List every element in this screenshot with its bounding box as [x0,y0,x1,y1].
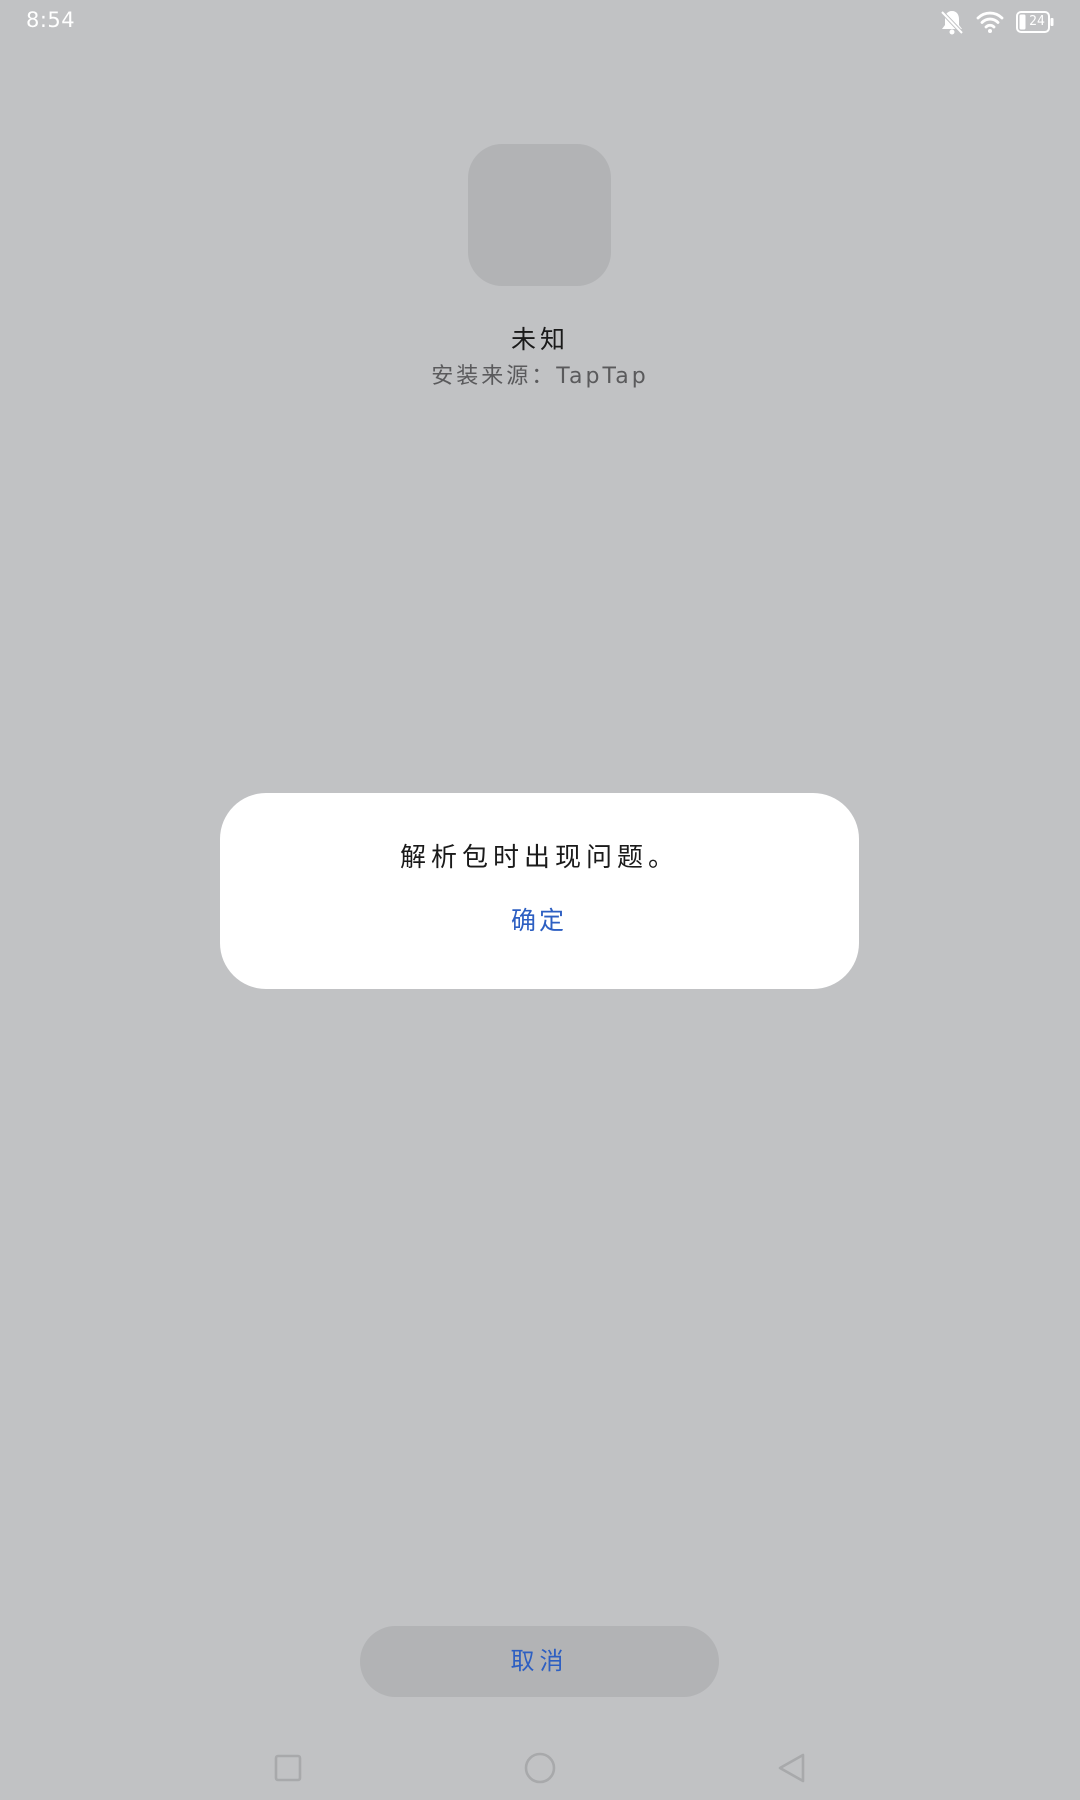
bell-muted-icon [940,9,964,35]
wifi-icon [976,10,1004,34]
status-time: 8:54 [26,8,76,32]
battery-level: 24 [1029,14,1045,29]
ok-button[interactable]: 确定 [439,897,639,945]
app-name: 未知 [510,325,569,354]
home-button[interactable] [500,1740,580,1800]
status-bar: 8:54 24 [0,0,1080,44]
back-icon [776,1752,808,1788]
recent-apps-icon [273,1753,303,1787]
status-icons: 24 [940,8,1054,36]
dialog-message: 解析包时出现问题。 [399,843,679,873]
cancel-button[interactable]: 取消 [360,1626,719,1697]
recent-apps-button[interactable] [248,1740,328,1800]
back-button[interactable] [752,1740,832,1800]
install-source: 安装来源：TapTap [431,364,649,389]
navigation-bar [0,1740,1080,1800]
parse-error-dialog: 解析包时出现问题。 确定 [220,793,859,989]
app-icon-placeholder [468,144,611,286]
home-icon [523,1751,557,1789]
battery-icon: 24 [1016,11,1054,33]
package-installer-screen: 8:54 24 未知 安装来源：TapTap 解析包时出现问题。 确定 取消 [0,0,1080,1800]
